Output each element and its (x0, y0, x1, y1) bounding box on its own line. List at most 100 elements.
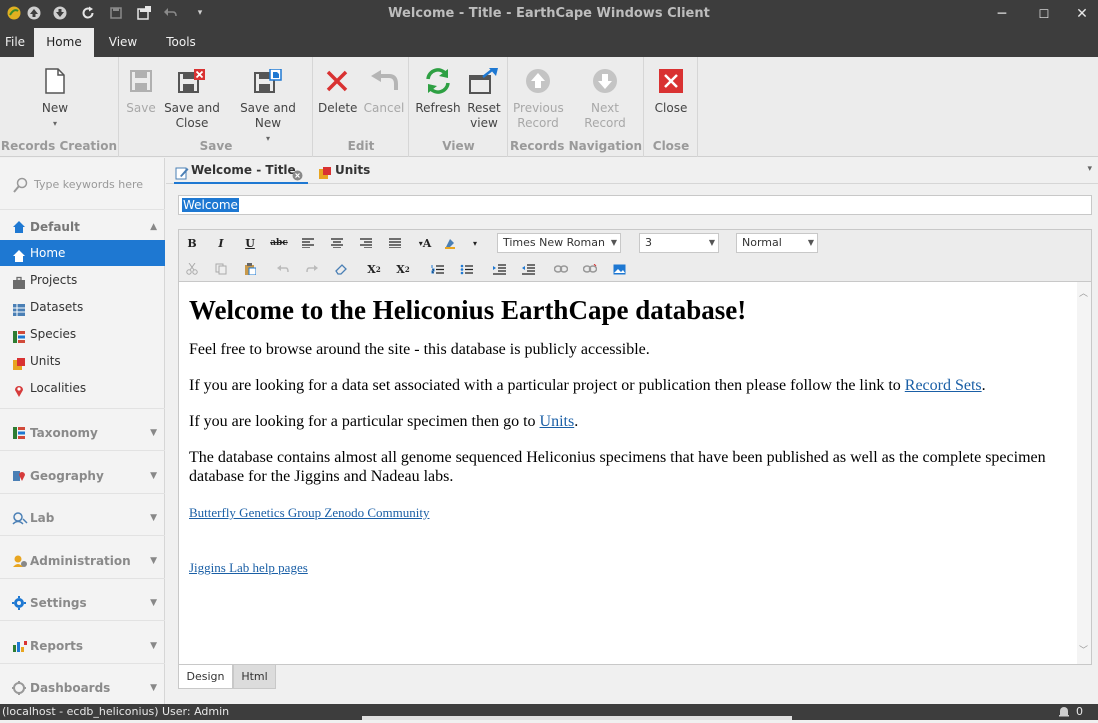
paragraph-style-select[interactable]: Normal ▼ (736, 233, 818, 253)
paste-icon[interactable] (241, 261, 259, 277)
bullet-list-icon[interactable] (457, 261, 475, 277)
new-label: New (41, 101, 69, 115)
nav-group-dashboards[interactable]: Dashboards ▼ (0, 675, 165, 701)
ribbon-group-records-navigation: Previous Record Next Record Records Navi… (509, 57, 644, 157)
bold-icon[interactable]: B (183, 235, 201, 251)
indent-icon[interactable] (490, 261, 508, 277)
jiggins-lab-help-link[interactable]: Jiggins Lab help pages (189, 560, 308, 575)
content-area: Welcome B I U abc ▾ A ▾ Times New Roman ▼ … (166, 185, 1098, 704)
highlight-icon[interactable] (441, 235, 459, 251)
undo-icon[interactable] (274, 261, 292, 277)
chevron-down-icon: ▼ (150, 598, 157, 608)
cancel-button[interactable]: Cancel (362, 61, 406, 116)
nav-group-default[interactable]: Default ▲ (0, 214, 165, 240)
close-label: Close (654, 101, 688, 115)
sidebar-item-label: Projects (30, 273, 78, 287)
nav-group-label: Lab (30, 511, 55, 525)
superscript-icon[interactable]: X2 (394, 261, 412, 277)
align-center-icon[interactable] (328, 235, 346, 251)
editor-scrollbar[interactable]: ︿ ﹀ (1077, 282, 1091, 664)
previous-record-button[interactable]: Previous Record (513, 61, 564, 131)
maximize-button[interactable]: ☐ (1024, 2, 1064, 26)
nav-group-label: Settings (30, 596, 87, 610)
tab-home[interactable]: Home (34, 28, 94, 57)
minimize-button[interactable]: ─ (982, 2, 1022, 26)
scroll-up-icon[interactable]: ︿ (1079, 286, 1088, 299)
eraser-icon[interactable] (332, 261, 350, 277)
redo-icon[interactable] (303, 261, 321, 277)
search-box[interactable]: Type keywords here (0, 158, 165, 210)
subscript-icon[interactable]: X2 (365, 261, 383, 277)
notification-count: 0 (1076, 705, 1083, 718)
zenodo-community-link[interactable]: Butterfly Genetics Group Zenodo Communit… (189, 505, 429, 520)
divider (0, 663, 165, 664)
next-record-button[interactable]: Next Record (569, 61, 641, 131)
underline-icon[interactable]: U (241, 235, 259, 251)
chevron-down-icon: ▼ (610, 238, 617, 247)
tab-label: Units (335, 163, 371, 177)
delete-button[interactable]: Delete (318, 61, 357, 116)
sidebar-item-units[interactable]: Units (0, 348, 165, 374)
nav-group-reports[interactable]: Reports ▼ (0, 633, 165, 659)
tab-html[interactable]: Html (233, 665, 276, 689)
chevron-down-icon[interactable]: ▾ (466, 235, 484, 251)
nav-group-geography[interactable]: Geography ▼ (0, 463, 165, 489)
tab-list-dropdown-icon[interactable]: ▾ (1087, 164, 1092, 174)
nav-group-administration[interactable]: Administration ▼ (0, 548, 165, 574)
record-sets-link[interactable]: Record Sets (905, 377, 982, 394)
insert-image-icon[interactable] (610, 261, 628, 277)
align-justify-icon[interactable] (386, 235, 404, 251)
search-icon (12, 177, 28, 196)
nav-group-settings[interactable]: Settings ▼ (0, 590, 165, 616)
navigation-sidebar: Type keywords here Default ▲ Home Projec… (0, 158, 165, 704)
font-size-select[interactable]: 3 ▼ (639, 233, 719, 253)
ribbon-group-edit: Delete Cancel Edit (314, 57, 409, 157)
close-window-button[interactable]: ✕ (1062, 2, 1098, 26)
tab-tools[interactable]: Tools (152, 28, 210, 57)
cut-icon[interactable] (183, 261, 201, 277)
strikethrough-icon[interactable]: abc (270, 235, 288, 251)
italic-icon[interactable]: I (212, 235, 230, 251)
refresh-button[interactable]: Refresh (414, 61, 462, 116)
close-button[interactable]: Close (651, 61, 691, 116)
unlink-icon[interactable] (581, 261, 599, 277)
save-disk-icon (126, 61, 156, 101)
save-and-new-button[interactable]: Save and New ▾ (226, 61, 310, 146)
nav-group-taxonomy[interactable]: Taxonomy ▼ (0, 420, 165, 446)
bell-icon[interactable] (1058, 705, 1070, 723)
align-left-icon[interactable] (299, 235, 317, 251)
align-right-icon[interactable] (357, 235, 375, 251)
tab-label: Welcome - Title (191, 163, 296, 177)
sidebar-item-home[interactable]: Home (0, 240, 165, 266)
tab-design[interactable]: Design (178, 665, 233, 689)
tab-units[interactable]: Units (318, 158, 378, 184)
tab-welcome-title[interactable]: Welcome - Title (174, 158, 308, 184)
outdent-icon[interactable] (519, 261, 537, 277)
scroll-down-icon[interactable]: ﹀ (1079, 643, 1088, 656)
progress-track (362, 716, 792, 720)
tab-file[interactable]: File (0, 28, 30, 57)
units-link[interactable]: Units (540, 413, 575, 430)
font-color-icon[interactable]: ▾ A (415, 235, 435, 251)
new-button[interactable]: New ▾ (30, 61, 80, 131)
tab-view[interactable]: View (96, 28, 150, 57)
sidebar-item-species[interactable]: Species (0, 321, 165, 347)
font-name-select[interactable]: Times New Roman ▼ (497, 233, 621, 253)
reset-view-button[interactable]: Reset view (464, 61, 504, 131)
link-icon[interactable] (552, 261, 570, 277)
sidebar-item-localities[interactable]: Localities (0, 375, 165, 401)
numbered-list-icon[interactable] (428, 261, 446, 277)
nav-group-lab[interactable]: Lab ▼ (0, 505, 165, 531)
sidebar-item-datasets[interactable]: Datasets (0, 294, 165, 320)
chevron-down-icon: ▼ (150, 683, 157, 693)
sidebar-item-projects[interactable]: Projects (0, 267, 165, 293)
chevron-down-icon: ▼ (150, 641, 157, 651)
save-button[interactable]: Save (126, 61, 156, 116)
copy-icon[interactable] (212, 261, 230, 277)
status-bar: (localhost - ecdb_heliconius) User: Admi… (0, 704, 1098, 720)
save-and-close-button[interactable]: Save and Close (164, 61, 220, 131)
refresh-icon (414, 61, 462, 101)
title-field[interactable]: Welcome (178, 195, 1092, 215)
editor-content[interactable]: Welcome to the Heliconius EarthCape data… (179, 282, 1077, 664)
search-input[interactable]: Type keywords here (34, 178, 143, 191)
